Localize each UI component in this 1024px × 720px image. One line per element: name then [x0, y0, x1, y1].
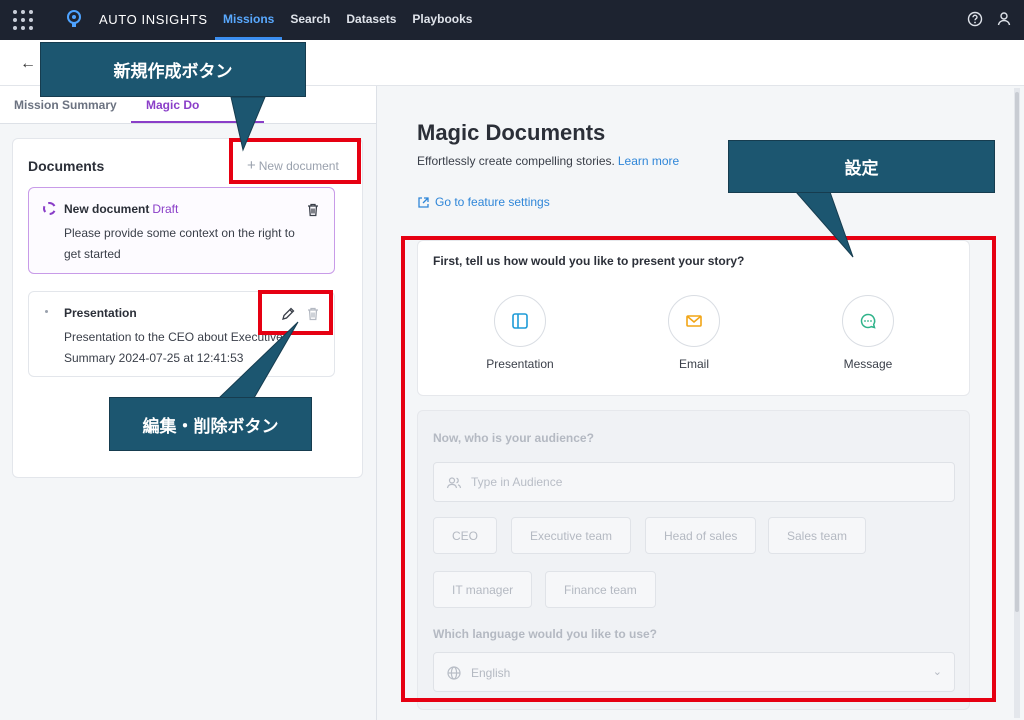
user-icon[interactable] [996, 11, 1012, 27]
documents-title: Documents [28, 158, 105, 174]
arrow-left-icon[interactable]: ← [20, 55, 36, 73]
nav-search[interactable]: Search [282, 0, 338, 40]
annotation-highlight-settings [401, 236, 996, 702]
feature-settings-link[interactable]: Go to feature settings [417, 195, 550, 209]
document-description: Please provide some context on the right… [64, 226, 295, 261]
document-name: Presentation [64, 306, 137, 320]
tab-magic-documents[interactable]: Magic Do [146, 98, 199, 112]
nav-datasets[interactable]: Datasets [338, 0, 404, 40]
scrollbar-thumb[interactable] [1015, 92, 1019, 612]
callout-edit-delete: 編集・削除ボタン [109, 397, 312, 451]
loading-spinner-icon [43, 202, 56, 215]
active-tab-indicator [131, 121, 264, 123]
external-link-icon [418, 196, 429, 208]
top-nav-bar: AUTO INSIGHTS Missions Search Datasets P… [0, 0, 1024, 40]
main-nav: Missions Search Datasets Playbooks [215, 0, 480, 40]
annotation-highlight-new-button [229, 138, 361, 184]
apps-grid-icon[interactable] [13, 10, 33, 30]
callout-settings: 設定 [728, 140, 995, 193]
document-name: New document Draft [64, 202, 179, 216]
top-right-actions [967, 11, 1012, 27]
callout-new-button: 新規作成ボタン [40, 42, 306, 97]
nav-missions[interactable]: Missions [215, 0, 283, 40]
draft-status: Draft [152, 202, 179, 216]
lightbulb-icon [67, 10, 81, 27]
page-subtitle: Effortlessly create compelling stories. L… [417, 154, 680, 168]
tab-mission-summary[interactable]: Mission Summary [14, 98, 117, 112]
page-title: Magic Documents [417, 120, 606, 145]
learn-more-link[interactable]: Learn more [618, 154, 679, 168]
nav-playbooks[interactable]: Playbooks [404, 0, 480, 40]
annotation-highlight-edit-delete [258, 290, 333, 335]
trash-icon[interactable] [305, 202, 321, 218]
document-item-draft[interactable]: New document Draft Please provide some co… [28, 187, 335, 274]
help-icon[interactable] [967, 11, 983, 27]
brand-name: AUTO INSIGHTS [99, 12, 208, 27]
status-dot [45, 310, 48, 313]
